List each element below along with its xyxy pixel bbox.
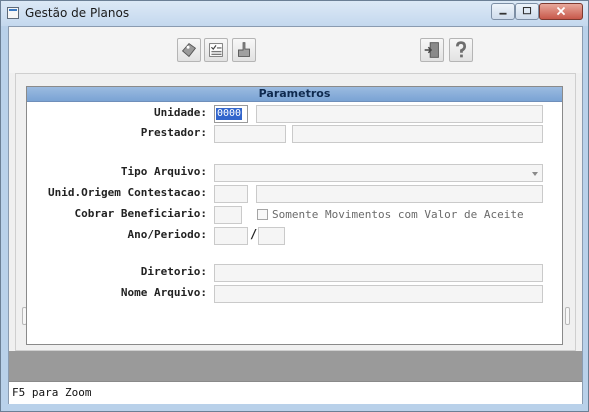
exit-door-icon <box>424 42 439 58</box>
somente-movimentos-label: Somente Movimentos com Valor de Aceite <box>272 208 524 221</box>
chevron-down-icon <box>532 172 538 176</box>
ano-field[interactable] <box>214 227 248 245</box>
checklist-icon <box>209 43 223 57</box>
minimize-button[interactable] <box>491 3 515 20</box>
ano-periodo-label: Ano/Periodo: <box>127 228 207 241</box>
unid-origem-description-field[interactable] <box>256 185 543 203</box>
nome-arquivo-label: Nome Arquivo: <box>120 286 207 299</box>
cobrar-beneficiario-label: Cobrar Beneficiario: <box>74 207 207 220</box>
minimize-icon <box>499 12 507 15</box>
tool-button-edit[interactable] <box>177 38 201 62</box>
diretorio-label: Diretorio: <box>140 265 207 278</box>
diretorio-field[interactable] <box>214 264 543 282</box>
client-area: Parametros Unidade: 0000 Prestador: Tipo… <box>8 26 583 404</box>
unid-origem-field[interactable] <box>214 185 248 203</box>
unidade-field[interactable]: 0000 <box>214 105 248 123</box>
right-frame-tab <box>565 307 570 325</box>
nome-arquivo-field[interactable] <box>214 285 543 303</box>
prestador-description-field[interactable] <box>292 125 543 143</box>
maximize-button[interactable] <box>515 3 539 20</box>
hand-pointer-icon <box>238 42 250 57</box>
periodo-field[interactable] <box>258 227 285 245</box>
tool-button-hand[interactable] <box>232 38 256 62</box>
app-window: Gestão de Planos Parametros Unidade: 000… <box>0 0 589 412</box>
period-separator: / <box>250 227 258 241</box>
unid-origem-label: Unid.Origem Contestacao: <box>48 186 207 199</box>
tipo-arquivo-select[interactable] <box>214 164 543 182</box>
tool-button-checklist[interactable] <box>204 38 228 62</box>
close-icon <box>556 6 566 16</box>
somente-movimentos-checkbox[interactable] <box>257 209 268 220</box>
bottom-band <box>9 351 582 381</box>
status-text: F5 para Zoom <box>12 386 92 399</box>
parameters-panel: Parametros Unidade: 0000 Prestador: Tipo… <box>26 86 563 345</box>
prestador-label: Prestador: <box>140 126 207 139</box>
cobrar-beneficiario-field[interactable] <box>214 206 242 224</box>
toolbar <box>9 27 582 74</box>
work-area: Parametros Unidade: 0000 Prestador: Tipo… <box>9 73 582 351</box>
close-button[interactable] <box>539 3 583 20</box>
maximize-icon <box>522 7 532 15</box>
help-question-icon <box>455 41 467 58</box>
window-title: Gestão de Planos <box>25 6 130 20</box>
prestador-field[interactable] <box>214 125 286 143</box>
edit-tag-icon <box>181 42 197 58</box>
status-bar: F5 para Zoom <box>9 381 582 404</box>
app-icon <box>7 7 19 19</box>
unidade-label: Unidade: <box>154 106 207 119</box>
unidade-value: 0000 <box>216 108 243 120</box>
panel-title: Parametros <box>27 87 562 102</box>
tipo-arquivo-label: Tipo Arquivo: <box>120 165 207 178</box>
tool-button-exit[interactable] <box>420 38 444 62</box>
title-bar: Gestão de Planos <box>1 1 588 26</box>
tool-button-help[interactable] <box>449 38 473 62</box>
unidade-description-field[interactable] <box>256 105 543 123</box>
